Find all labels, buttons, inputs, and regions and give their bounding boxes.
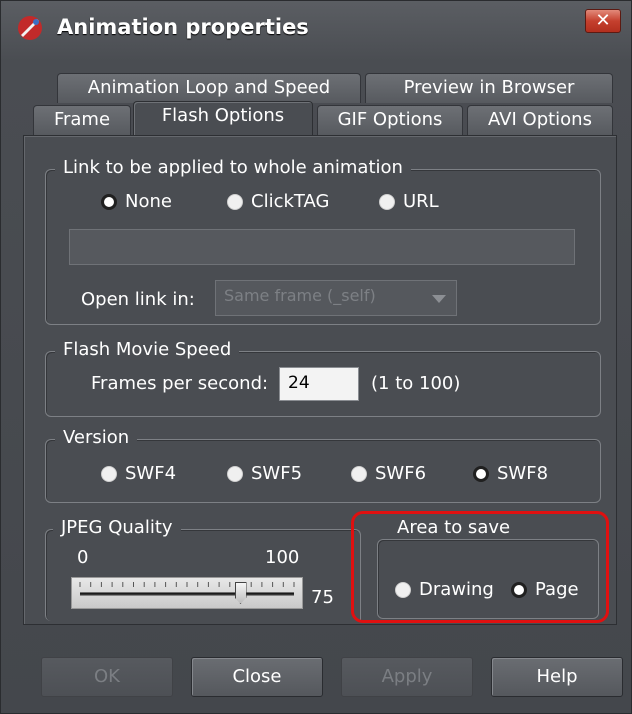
link-group-label: Link to be applied to whole animation [55,157,411,179]
radio-version-swf6[interactable]: SWF6 [351,463,426,484]
radio-unselected-icon [379,193,395,210]
fps-input[interactable]: 24 [279,367,359,401]
radio-unselected-icon [101,465,117,482]
app-logo-icon [18,16,42,40]
chevron-down-icon [432,295,446,303]
jpeg-value-label: 75 [311,587,334,608]
radio-version-swf5[interactable]: SWF5 [227,463,302,484]
version-group-label: Version [55,427,138,449]
tab-label: Animation Loop and Speed [87,77,331,98]
close-icon: ✕ [595,10,611,31]
jpeg-max-label: 100 [265,547,300,568]
open-link-label: Open link in: [81,289,195,310]
animation-properties-dialog: Animation properties ✕ Animation Loop an… [0,0,632,714]
radio-selected-icon [101,193,117,210]
radio-label: SWF8 [497,463,549,484]
tab-gif-options[interactable]: GIF Options [317,105,463,135]
radio-selected-icon [473,465,489,482]
radio-label: ClickTAG [251,191,330,212]
radio-link-none[interactable]: None [101,191,172,212]
close-button[interactable]: Close [191,657,323,697]
tab-label: AVI Options [488,109,592,130]
radio-link-url[interactable]: URL [379,191,439,212]
radio-label: URL [403,191,439,212]
open-link-dropdown[interactable]: Same frame (_self) [215,280,457,316]
tab-animation-loop-and-speed[interactable]: Animation Loop and Speed [57,73,361,103]
fps-label: Frames per second: [91,373,269,394]
flash-speed-group-label: Flash Movie Speed [55,339,240,361]
tab-label: Preview in Browser [403,77,575,98]
fps-range-hint: (1 to 100) [371,373,461,394]
jpeg-quality-slider[interactable] [71,577,303,609]
dialog-title: Animation properties [57,15,309,39]
radio-link-clicktag[interactable]: ClickTAG [227,191,329,212]
annotation-highlight-box [351,511,609,623]
dropdown-value: Same frame (_self) [224,286,376,305]
radio-label: None [125,191,172,212]
title-bar[interactable]: Animation properties ✕ [1,1,631,57]
radio-version-swf8[interactable]: SWF8 [473,463,548,484]
radio-label: SWF4 [125,463,177,484]
slider-ticks [79,582,295,596]
ok-button[interactable]: OK [41,657,173,697]
help-button[interactable]: Help [491,657,623,697]
radio-label: SWF5 [251,463,303,484]
tab-avi-options[interactable]: AVI Options [467,105,613,135]
tab-preview-in-browser[interactable]: Preview in Browser [365,73,613,103]
radio-version-swf4[interactable]: SWF4 [101,463,176,484]
tab-flash-options[interactable]: Flash Options [133,101,313,135]
url-input[interactable] [69,229,575,265]
jpeg-min-label: 0 [77,547,89,568]
radio-unselected-icon [351,465,367,482]
tab-label: Frame [53,109,111,130]
close-window-button[interactable]: ✕ [585,9,621,33]
radio-unselected-icon [227,193,243,210]
tab-label: GIF Options [337,109,443,130]
tab-frame[interactable]: Frame [33,105,131,135]
radio-unselected-icon [227,465,243,482]
radio-label: SWF6 [375,463,427,484]
apply-button[interactable]: Apply [341,657,473,697]
jpeg-quality-group-label: JPEG Quality [53,517,181,539]
tab-label: Flash Options [161,105,285,126]
